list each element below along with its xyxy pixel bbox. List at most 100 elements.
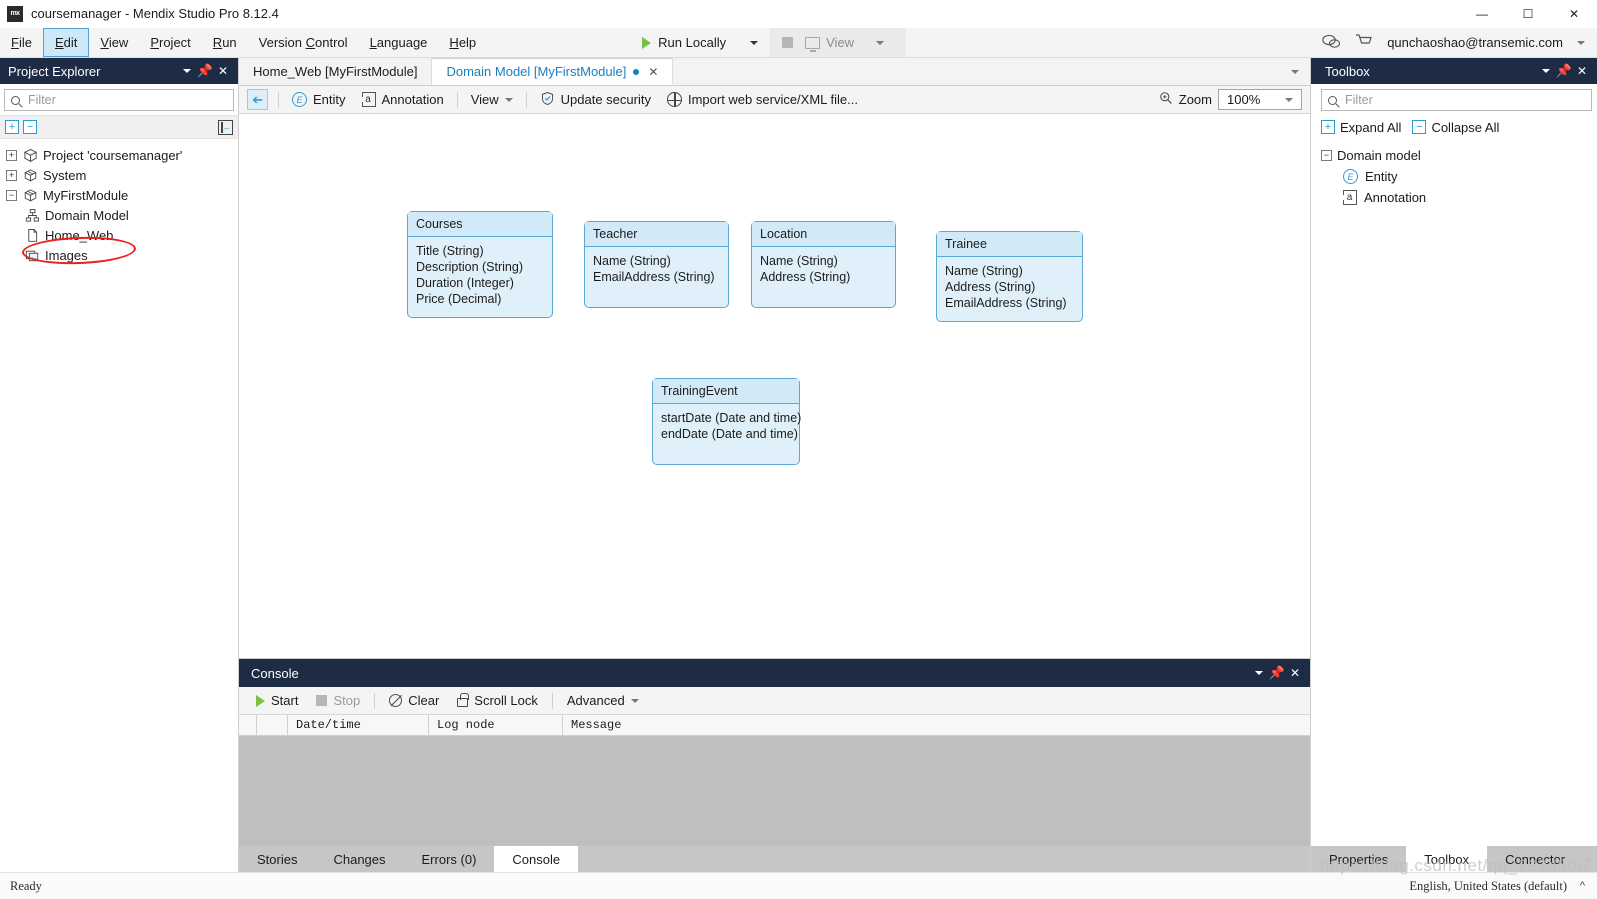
entity-trainingevent[interactable]: TrainingEvent startDate (Date and time) … [652, 378, 800, 465]
run-dropdown-button[interactable] [738, 28, 770, 57]
console-clear-button[interactable]: Clear [380, 690, 448, 712]
tab-home-web[interactable]: Home_Web [MyFirstModule] [239, 58, 432, 85]
toolbox-item-entity[interactable]: E Entity [1321, 166, 1597, 187]
tree-item-myfirstmodule[interactable]: − MyFirstModule [0, 185, 238, 205]
select-tool-button[interactable]: ➔ [247, 89, 268, 110]
entity-attribute: Name (String) [945, 263, 1074, 279]
expander-icon[interactable]: − [6, 190, 17, 201]
clear-icon [389, 694, 402, 707]
entity-attributes: Name (String) Address (String) EmailAddr… [937, 257, 1082, 321]
console-pin-icon[interactable]: 📌 [1268, 662, 1286, 684]
explorer-filter-box[interactable] [4, 89, 234, 111]
console-close-icon[interactable]: ✕ [1286, 662, 1304, 684]
console-col-datetime[interactable]: Date/time [288, 715, 429, 736]
import-web-service-button[interactable]: Import web service/XML file... [659, 88, 866, 112]
console-advanced-button[interactable]: Advanced [558, 690, 648, 712]
update-security-button[interactable]: Update security [532, 88, 659, 112]
toolbox-close-icon[interactable]: ✕ [1573, 60, 1591, 82]
add-annotation-button[interactable]: a Annotation [354, 88, 452, 112]
tree-item-project[interactable]: + Project 'coursemanager' [0, 145, 238, 165]
collapse-all-icon[interactable]: − [1412, 120, 1426, 134]
console-scroll-lock-label: Scroll Lock [474, 693, 538, 708]
entity-teacher[interactable]: Teacher Name (String) EmailAddress (Stri… [584, 221, 729, 308]
collapse-all-label[interactable]: Collapse All [1431, 120, 1499, 135]
editor-area: Home_Web [MyFirstModule] Domain Model [M… [239, 58, 1310, 872]
tab-stories[interactable]: Stories [239, 846, 315, 872]
tab-domain-model[interactable]: Domain Model [MyFirstModule] ✕ [432, 58, 673, 85]
feedback-icon[interactable] [1321, 34, 1341, 52]
entity-courses[interactable]: Courses Title (String) Description (Stri… [407, 211, 553, 318]
tab-errors[interactable]: Errors (0) [404, 846, 495, 872]
account-label[interactable]: qunchaoshao@transemic.com [1387, 35, 1563, 50]
expander-icon[interactable]: + [6, 170, 17, 181]
view-menu-button[interactable]: View [463, 88, 521, 112]
tab-connector[interactable]: Connector [1487, 846, 1583, 872]
menu-run[interactable]: Run [202, 28, 248, 57]
close-icon[interactable]: ✕ [1551, 0, 1597, 28]
pin-icon[interactable]: 📌 [196, 60, 214, 82]
toolbox-filter-input[interactable] [1343, 92, 1585, 108]
toolbox-menu-chevron-down-icon[interactable] [1537, 60, 1555, 82]
menu-project[interactable]: Project [139, 28, 201, 57]
toolbox-item-annotation[interactable]: a Annotation [1321, 187, 1597, 208]
view-app-label: View [826, 35, 854, 50]
view-app-button[interactable]: View [805, 28, 906, 57]
minimize-icon[interactable]: — [1459, 0, 1505, 28]
toolbox-group-domain-model[interactable]: − Domain model [1321, 145, 1597, 166]
zoom-select[interactable]: 100% [1218, 89, 1302, 110]
tree-item-domain-model[interactable]: Domain Model [0, 205, 238, 225]
tab-toolbox[interactable]: Toolbox [1406, 846, 1487, 872]
expand-all-icon[interactable]: + [5, 120, 19, 134]
console-start-button[interactable]: Start [247, 690, 307, 712]
console-scroll-lock-button[interactable]: Scroll Lock [448, 690, 547, 712]
console-column-headers: Date/time Log node Message [239, 715, 1310, 736]
status-chevron-up-icon[interactable]: ^ [1580, 880, 1585, 892]
entity-attribute: EmailAddress (String) [945, 295, 1074, 311]
tree-item-images[interactable]: Images [0, 245, 238, 265]
tree-item-home-web[interactable]: Home_Web [0, 225, 238, 245]
menu-language[interactable]: Language [359, 28, 439, 57]
menu-help[interactable]: Help [438, 28, 487, 57]
view-dropdown-button[interactable] [860, 41, 898, 45]
project-icon [22, 147, 38, 163]
tab-changes[interactable]: Changes [315, 846, 403, 872]
zoom-value: 100% [1227, 92, 1260, 107]
menu-file[interactable]: File [0, 28, 43, 57]
console-col-lognode[interactable]: Log node [429, 715, 563, 736]
toolbar-divider [552, 693, 553, 709]
panel-menu-chevron-down-icon[interactable] [178, 60, 196, 82]
cart-icon[interactable] [1355, 33, 1373, 52]
entity-location[interactable]: Location Name (String) Address (String) [751, 221, 896, 308]
explorer-filter-input[interactable] [26, 92, 227, 108]
maximize-icon[interactable]: ☐ [1505, 0, 1551, 28]
tab-properties[interactable]: Properties [1311, 846, 1406, 872]
stop-button[interactable] [770, 28, 805, 57]
expand-all-icon[interactable]: + [1321, 120, 1335, 134]
menu-version-control[interactable]: Version Control [248, 28, 359, 57]
entity-attribute: Name (String) [760, 253, 887, 269]
collapse-all-icon[interactable]: − [23, 120, 37, 134]
console-log-body[interactable] [239, 736, 1310, 846]
add-entity-button[interactable]: E Entity [284, 88, 354, 112]
toolbox-pin-icon[interactable]: 📌 [1555, 60, 1573, 82]
expander-icon[interactable]: + [6, 150, 17, 161]
panel-close-icon[interactable]: ✕ [214, 60, 232, 82]
stop-icon [782, 37, 793, 48]
console-stop-button[interactable]: Stop [307, 690, 369, 712]
collapse-panel-icon[interactable]: ← [218, 120, 233, 135]
menu-edit[interactable]: Edit [43, 28, 89, 57]
domain-model-canvas[interactable]: Courses Title (String) Description (Stri… [239, 114, 1310, 658]
console-menu-chevron-down-icon[interactable] [1250, 662, 1268, 684]
expand-all-label[interactable]: Expand All [1340, 120, 1401, 135]
toolbox-filter-box[interactable] [1321, 89, 1592, 111]
tab-console[interactable]: Console [494, 846, 578, 872]
tab-overflow-chevron-down-icon[interactable] [1280, 58, 1310, 85]
menu-view[interactable]: View [89, 28, 139, 57]
console-col-message[interactable]: Message [563, 715, 1310, 736]
account-chevron-down-icon[interactable] [1577, 41, 1585, 45]
tab-close-icon[interactable]: ✕ [648, 65, 658, 79]
entity-trainee[interactable]: Trainee Name (String) Address (String) E… [936, 231, 1083, 322]
expander-icon[interactable]: − [1321, 150, 1332, 161]
tree-item-system[interactable]: + System [0, 165, 238, 185]
run-locally-button[interactable]: Run Locally [632, 28, 738, 57]
